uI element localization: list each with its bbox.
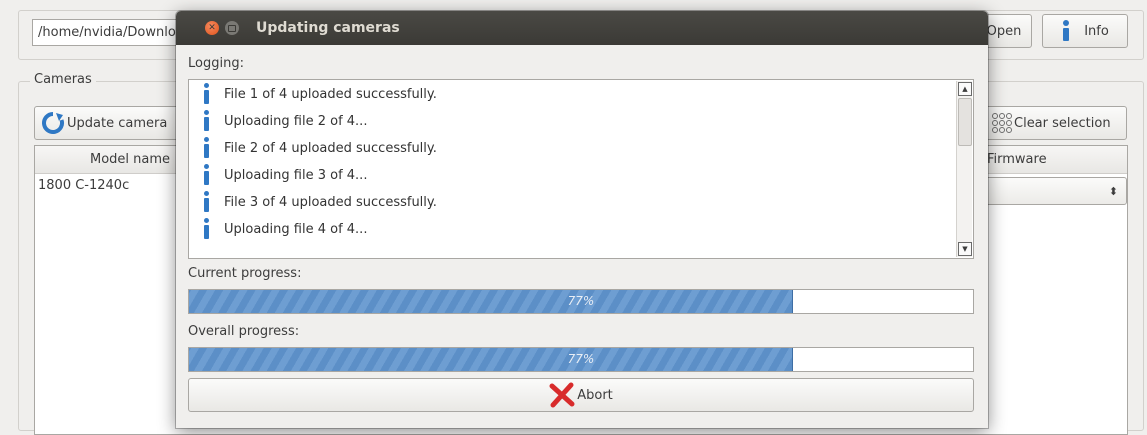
current-progress-text: 77% xyxy=(567,294,595,308)
overall-progress-label: Overall progress: xyxy=(188,324,300,339)
log-item: Uploading file 3 of 4... xyxy=(203,164,367,186)
log-item: File 1 of 4 uploaded successfully. xyxy=(203,83,437,105)
info-icon xyxy=(203,164,209,186)
log-text: File 1 of 4 uploaded successfully. xyxy=(224,86,437,102)
info-icon xyxy=(203,218,209,240)
update-dialog: ✕ Updating cameras Logging: File 1 of 4 … xyxy=(176,11,988,428)
info-button[interactable]: Info xyxy=(1042,14,1128,48)
minimize-icon[interactable] xyxy=(225,21,239,35)
log-text: File 2 of 4 uploaded successfully. xyxy=(224,140,437,156)
log-text: File 3 of 4 uploaded successfully. xyxy=(224,194,437,210)
dialog-titlebar[interactable]: ✕ Updating cameras xyxy=(176,11,988,45)
x-icon xyxy=(549,382,575,408)
info-icon xyxy=(203,137,209,159)
scroll-down-icon[interactable]: ▼ xyxy=(958,242,972,256)
info-button-label: Info xyxy=(1084,23,1109,39)
overall-progress-bar: 77% xyxy=(188,347,974,372)
info-icon xyxy=(203,110,209,132)
abort-button[interactable]: Abort xyxy=(188,378,974,412)
grid-icon xyxy=(992,113,1012,133)
open-button-label: Open xyxy=(986,23,1022,39)
log-item: Uploading file 2 of 4... xyxy=(203,110,367,132)
clear-selection-button[interactable]: Clear selection xyxy=(985,106,1127,140)
update-camera-button[interactable]: Update camera xyxy=(34,106,184,140)
scroll-up-icon[interactable]: ▲ xyxy=(958,82,972,96)
table-row-model[interactable]: 1800 C-1240c xyxy=(38,178,129,193)
info-icon xyxy=(1061,20,1070,42)
log-item: File 2 of 4 uploaded successfully. xyxy=(203,137,437,159)
dialog-title: Updating cameras xyxy=(256,20,400,36)
firmware-select[interactable]: ⬍ xyxy=(985,177,1127,205)
clear-selection-label: Clear selection xyxy=(1014,115,1111,131)
logging-label: Logging: xyxy=(188,56,244,71)
overall-progress-text: 77% xyxy=(567,352,595,366)
scroll-thumb[interactable] xyxy=(958,98,972,146)
abort-label: Abort xyxy=(577,387,613,403)
cameras-group-label: Cameras xyxy=(30,72,96,87)
log-text: Uploading file 4 of 4... xyxy=(224,221,368,237)
info-icon xyxy=(203,83,209,105)
update-camera-label: Update camera xyxy=(67,115,168,131)
close-icon[interactable]: ✕ xyxy=(205,21,219,35)
path-field[interactable]: /home/nvidia/Downloads xyxy=(32,19,192,46)
log-item: Uploading file 4 of 4... xyxy=(203,218,367,240)
log-item: File 3 of 4 uploaded successfully. xyxy=(203,191,437,213)
current-progress-bar: 77% xyxy=(188,289,974,314)
column-header-firmware[interactable]: Firmware xyxy=(985,146,1127,174)
log-list[interactable]: File 1 of 4 uploaded successfully. Uploa… xyxy=(188,79,974,259)
refresh-icon xyxy=(42,112,64,134)
log-text: Uploading file 3 of 4... xyxy=(224,167,368,183)
select-arrows-icon: ⬍ xyxy=(1108,184,1118,198)
info-icon xyxy=(203,191,209,213)
log-scrollbar[interactable]: ▲ ▼ xyxy=(956,81,972,257)
log-text: Uploading file 2 of 4... xyxy=(224,113,368,129)
column-header-model[interactable]: Model name xyxy=(35,146,195,174)
current-progress-label: Current progress: xyxy=(188,266,302,281)
